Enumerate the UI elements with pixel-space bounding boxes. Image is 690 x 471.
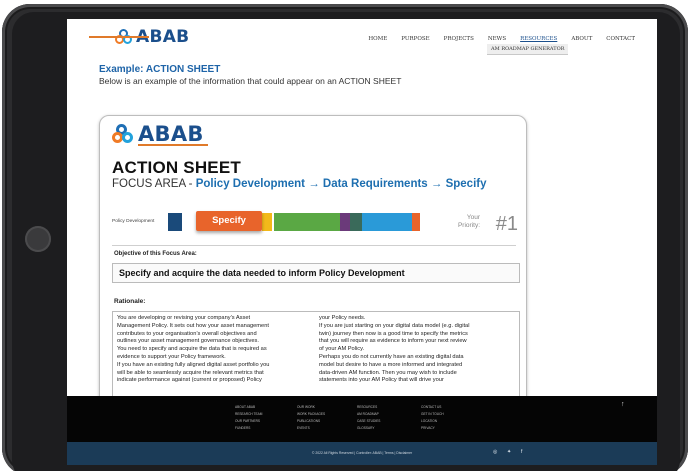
priority-label: Your Priority: (458, 214, 480, 230)
footer-link[interactable]: LOCATION (421, 418, 444, 425)
rationale-line: data-driven AM function. Then you may wi… (319, 369, 457, 376)
page-title: Example: ACTION SHEET (99, 64, 221, 75)
rationale-line: will be able to seamlessly acquire the r… (117, 369, 264, 376)
copyright-text: © 2022 All Rights Reserved | Controller:… (311, 451, 413, 455)
track-segment (168, 213, 182, 231)
site-header: ABAB HOME PURPOSE PROJECTS NEWS RESOURCE… (67, 19, 657, 59)
site-footer: ABOUT ABAB RESEARCH TEAM OUR PARTNERS FU… (67, 396, 657, 442)
footer-link[interactable]: EVENTS (297, 425, 325, 432)
back-to-top-icon[interactable]: ↑ (621, 401, 625, 408)
footer-link[interactable]: CONTACT US (421, 404, 444, 411)
track-segment (340, 213, 350, 231)
objective-label: Objective of this Focus Area: (114, 251, 197, 257)
nav-contact[interactable]: CONTACT (606, 36, 635, 42)
footer-column-1: ABOUT ABAB RESEARCH TEAM OUR PARTNERS FU… (235, 404, 262, 432)
nav-resources[interactable]: RESOURCES (520, 36, 557, 42)
main-nav: HOME PURPOSE PROJECTS NEWS RESOURCES ABO… (368, 36, 635, 42)
action-sheet-card: ABAB ACTION SHEET FOCUS AREA - Policy De… (99, 115, 527, 415)
track-segment (412, 213, 420, 231)
card-divider (112, 245, 516, 246)
track-segment (274, 213, 340, 231)
instagram-icon[interactable]: ◎ (493, 449, 497, 455)
footer-link[interactable]: FUNDERS (235, 425, 262, 432)
logo-underline (89, 36, 149, 38)
objective-box: Specify and acquire the data needed to i… (112, 263, 520, 283)
card-logo-text: ABAB (138, 122, 204, 146)
rationale-line: of your AM Policy. (319, 346, 365, 353)
footer-link[interactable]: CASE STUDIES (357, 418, 380, 425)
rationale-line: You need to specify and acquire the data… (117, 346, 267, 353)
nav-about[interactable]: ABOUT (571, 36, 592, 42)
footer-link[interactable]: ABOUT ABAB (235, 404, 262, 411)
track-segment (362, 213, 412, 231)
tablet-camera (25, 226, 51, 252)
rationale-line: that you will require as evidence to inf… (319, 338, 467, 345)
tablet-screen: ABAB HOME PURPOSE PROJECTS NEWS RESOURCE… (67, 19, 657, 465)
focus-area-prefix: FOCUS AREA - (112, 178, 196, 190)
rationale-line: Perhaps you do not currently have an exi… (319, 353, 464, 360)
footer-bottom-bar: © 2022 All Rights Reserved | Controller:… (67, 442, 657, 465)
subnav-am-roadmap-generator[interactable]: AM ROADMAP GENERATOR (487, 44, 569, 55)
rationale-column-1: You are developing or revising your comp… (117, 315, 315, 385)
rationale-line: twin) journey then now is a good time to… (319, 330, 468, 337)
priority-value: #1 (495, 213, 518, 235)
rationale-line: statements into your AM Policy that will… (319, 377, 444, 384)
sheet-title: ACTION SHEET (112, 158, 241, 177)
rationale-line: Management Policy. It sets out how your … (117, 322, 269, 329)
rationale-line: You are developing or revising your comp… (117, 315, 251, 321)
footer-link[interactable]: GLOSSARY (357, 425, 380, 432)
nav-purpose[interactable]: PURPOSE (401, 36, 429, 42)
nav-home[interactable]: HOME (368, 36, 387, 42)
rationale-label: Rationale: (114, 298, 146, 305)
footer-column-2: OUR WORK WORK PACKAGES PUBLICATIONS EVEN… (297, 404, 325, 432)
focus-area-value: Policy Development → Data Requirements →… (195, 178, 487, 190)
logo-mark-icon (112, 124, 134, 144)
card-logo: ABAB (112, 122, 204, 146)
footer-link[interactable]: GET IN TOUCH (421, 411, 444, 418)
footer-link[interactable]: AM ROADMAP (357, 411, 380, 418)
nav-projects[interactable]: PROJECTS (444, 36, 474, 42)
rationale-line: If you have an existing fully aligned di… (117, 361, 270, 368)
focus-area-line: FOCUS AREA - Policy Development → Data R… (112, 178, 487, 190)
footer-link[interactable]: OUR WORK (297, 404, 325, 411)
footer-link[interactable]: RESEARCH TEAM (235, 411, 262, 418)
track-segment (262, 213, 272, 231)
rationale-line: If you are just starting on your digital… (319, 322, 470, 329)
rationale-column-2: your Policy needs. If you are just start… (319, 315, 517, 385)
rationale-line: indicate performance against (current or… (117, 377, 262, 384)
track-segment (350, 213, 362, 231)
scene: ABAB HOME PURPOSE PROJECTS NEWS RESOURCE… (0, 0, 690, 471)
footer-link[interactable]: PRIVACY (421, 425, 444, 432)
card-logo-underline (138, 144, 208, 146)
rationale-line: your Policy needs. (319, 315, 366, 321)
page-description: Below is an example of the information t… (99, 76, 402, 86)
progress-track: Policy Development Specify Your Priority… (112, 211, 520, 237)
footer-link[interactable]: PUBLICATIONS (297, 418, 325, 425)
rationale-line: outlines your asset management governanc… (117, 338, 259, 345)
nav-news[interactable]: NEWS (488, 36, 506, 42)
facebook-icon[interactable]: f (521, 449, 522, 455)
track-label: Policy Development (112, 219, 155, 224)
active-step-tab: Specify (196, 211, 262, 231)
rationale-line: contributes to your organisation’s overa… (117, 330, 257, 337)
footer-link[interactable]: WORK PACKAGES (297, 411, 325, 418)
footer-column-3: RESOURCES AM ROADMAP CASE STUDIES GLOSSA… (357, 404, 380, 432)
rationale-line: evidence to support your Policy framewor… (117, 353, 226, 360)
footer-link[interactable]: OUR PARTNERS (235, 418, 262, 425)
priority-label-line2: Priority: (457, 222, 480, 229)
priority-label-line1: Your (466, 214, 480, 221)
footer-column-4: CONTACT US GET IN TOUCH LOCATION PRIVACY (421, 404, 444, 432)
twitter-icon[interactable]: ✦ (507, 449, 511, 455)
rationale-line: model but desire to have a more informed… (319, 361, 463, 368)
objective-text: Specify and acquire the data needed to i… (119, 268, 405, 278)
footer-link[interactable]: RESOURCES (357, 404, 380, 411)
